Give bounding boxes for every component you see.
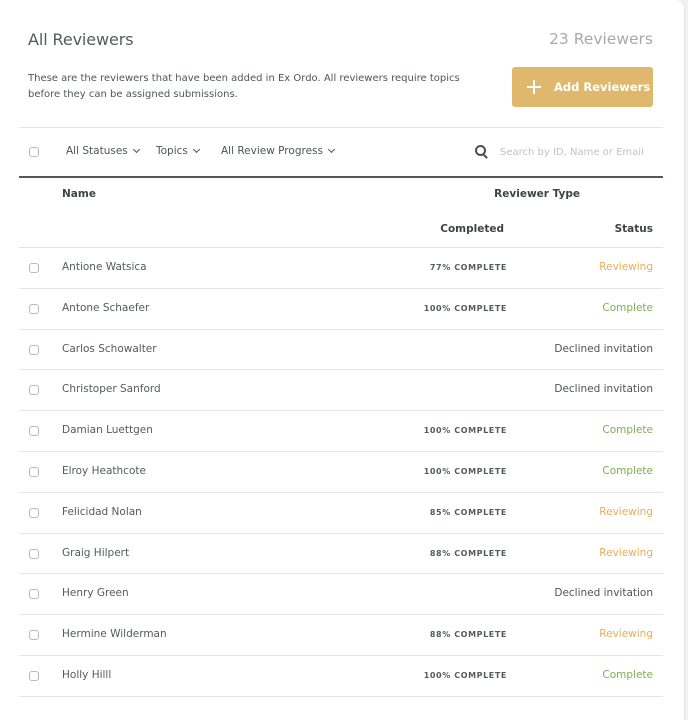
status-label: Complete bbox=[602, 424, 653, 437]
row-checkbox[interactable] bbox=[29, 344, 39, 355]
reviewer-count: 23 Reviewers bbox=[549, 30, 653, 48]
status-label: Declined invitation bbox=[554, 587, 653, 600]
row-checkbox[interactable] bbox=[29, 385, 39, 396]
search-input[interactable] bbox=[500, 146, 650, 158]
completion-progress: 100% COMPLETE bbox=[423, 670, 507, 680]
table-header: Name Reviewer Type Completed Status bbox=[19, 178, 663, 248]
completion-progress: 100% COMPLETE bbox=[423, 303, 507, 313]
status-label: Declined invitation bbox=[554, 383, 653, 396]
status-label: Complete bbox=[602, 668, 653, 681]
row-checkbox[interactable] bbox=[29, 670, 39, 681]
reviewer-name[interactable]: Damian Luettgen bbox=[62, 424, 153, 436]
reviewer-name[interactable]: Elroy Heathcote bbox=[62, 465, 146, 477]
table-row[interactable]: Henry Green Declined invitation bbox=[19, 574, 663, 616]
reviewer-name[interactable]: Antione Watsica bbox=[62, 261, 147, 273]
review-progress-filter-dropdown[interactable]: All Review Progress bbox=[221, 145, 336, 157]
row-checkbox[interactable] bbox=[29, 466, 39, 477]
chevron-down-icon bbox=[132, 145, 140, 154]
chevron-down-icon bbox=[192, 145, 200, 154]
row-checkbox[interactable] bbox=[29, 263, 39, 273]
table-row[interactable]: Graig Hilpert 88% COMPLETE Reviewing bbox=[19, 534, 663, 575]
reviewer-name[interactable]: Henry Green bbox=[62, 587, 129, 599]
status-label: Reviewing bbox=[599, 628, 653, 641]
chevron-down-icon bbox=[327, 145, 336, 154]
status-label: Declined invitation bbox=[554, 342, 653, 355]
plus-icon bbox=[527, 80, 541, 94]
table-row[interactable]: Hermine Wilderman 88% COMPLETE Reviewing bbox=[19, 615, 663, 656]
table-row[interactable]: Christoper Sanford Declined invitation bbox=[19, 370, 663, 412]
reviewer-table-body: Antione Watsica 77% COMPLETE Reviewing Anto… bbox=[19, 248, 663, 697]
status-label: Reviewing bbox=[599, 261, 653, 273]
reviewer-name[interactable]: Christoper Sanford bbox=[62, 383, 161, 395]
table-row[interactable]: Holly Hilll 100% COMPLETE Complete bbox=[19, 656, 663, 697]
status-label: Reviewing bbox=[599, 505, 653, 518]
completion-progress: 85% COMPLETE bbox=[429, 507, 507, 517]
select-all-checkbox[interactable] bbox=[29, 147, 39, 157]
reviewer-name[interactable]: Hermine Wilderman bbox=[62, 628, 167, 640]
add-reviewers-label: Add Reviewers bbox=[554, 80, 651, 94]
completion-progress: 100% COMPLETE bbox=[423, 466, 507, 476]
row-checkbox[interactable] bbox=[29, 548, 39, 559]
row-checkbox[interactable] bbox=[29, 426, 39, 437]
reviewer-name[interactable]: Holly Hilll bbox=[62, 669, 111, 681]
table-row[interactable]: Damian Luettgen 100% COMPLETE Complete bbox=[19, 411, 663, 452]
completion-progress: 88% COMPLETE bbox=[429, 630, 507, 640]
completion-progress: 88% COMPLETE bbox=[429, 548, 507, 558]
add-reviewers-button[interactable]: Add Reviewers bbox=[512, 67, 653, 107]
status-label: Complete bbox=[602, 464, 653, 477]
reviewer-name[interactable]: Antone Schaefer bbox=[62, 302, 149, 314]
row-checkbox[interactable] bbox=[29, 589, 39, 600]
table-row[interactable]: Elroy Heathcote 100% COMPLETE Complete bbox=[19, 452, 663, 493]
reviewers-panel: All Reviewers 23 Reviewers These are the… bbox=[0, 0, 684, 720]
row-checkbox[interactable] bbox=[29, 507, 39, 518]
completion-progress: 100% COMPLETE bbox=[423, 426, 507, 436]
row-checkbox[interactable] bbox=[29, 303, 39, 314]
filter-toolbar: All Statuses Topics All Review Progress bbox=[19, 128, 663, 176]
status-label: Reviewing bbox=[599, 546, 653, 559]
review-progress-filter-label: All Review Progress bbox=[221, 145, 323, 157]
status-filter-label: All Statuses bbox=[66, 145, 128, 157]
reviewer-name[interactable]: Graig Hilpert bbox=[62, 547, 129, 559]
search-box bbox=[475, 143, 663, 161]
completion-progress: 77% COMPLETE bbox=[429, 263, 507, 272]
page-title: All Reviewers bbox=[28, 30, 134, 49]
table-row[interactable]: Antione Watsica 77% COMPLETE Reviewing bbox=[19, 248, 663, 289]
topics-filter-dropdown[interactable]: Topics bbox=[156, 145, 200, 157]
page-description: These are the reviewers that have been a… bbox=[28, 73, 460, 100]
column-header-completed[interactable]: Completed bbox=[440, 223, 504, 235]
row-checkbox[interactable] bbox=[29, 630, 39, 641]
column-header-status[interactable]: Status bbox=[615, 223, 653, 235]
table-row[interactable]: Carlos Schowalter Declined invitation bbox=[19, 330, 663, 371]
table-row[interactable]: Felicidad Nolan 85% COMPLETE Reviewing bbox=[19, 493, 663, 534]
search-icon[interactable] bbox=[475, 145, 489, 159]
table-row[interactable]: Antone Schaefer 100% COMPLETE Complete bbox=[19, 289, 663, 330]
reviewer-name[interactable]: Carlos Schowalter bbox=[62, 343, 157, 355]
topics-filter-label: Topics bbox=[156, 145, 188, 157]
status-filter-dropdown[interactable]: All Statuses bbox=[66, 145, 140, 157]
status-label: Complete bbox=[602, 301, 653, 314]
column-header-reviewer-type[interactable]: Reviewer Type bbox=[494, 188, 580, 200]
reviewer-name[interactable]: Felicidad Nolan bbox=[62, 506, 142, 518]
column-header-name[interactable]: Name bbox=[62, 188, 96, 200]
